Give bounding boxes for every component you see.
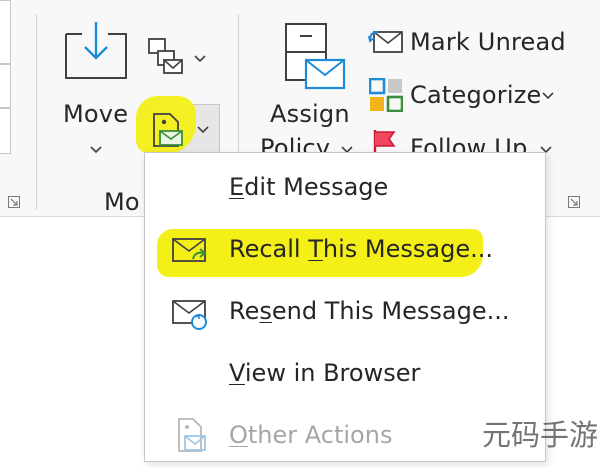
group-separator <box>36 14 37 210</box>
move-icon[interactable] <box>64 22 128 80</box>
move-group-label: Mo <box>104 188 140 216</box>
move-label[interactable]: Move <box>63 100 128 128</box>
ribbon-partial-control-mid[interactable] <box>0 64 11 108</box>
rules-chevron-down-icon[interactable] <box>194 55 206 63</box>
menu-item-edit-message[interactable]: Edit Message <box>145 161 545 219</box>
watermark: 元码手游网 <box>482 418 600 452</box>
menu-item-label: Edit Message <box>229 173 389 201</box>
categorize-chevron-down-icon[interactable] <box>542 92 554 100</box>
mark-unread-icon[interactable] <box>368 28 404 56</box>
menu-item-label: Other Actions <box>229 421 393 449</box>
assign-policy-icon[interactable] <box>284 22 348 94</box>
dialog-launcher-icon[interactable] <box>8 196 20 208</box>
categorize-icon[interactable] <box>369 78 403 112</box>
rules-icon[interactable] <box>148 38 186 76</box>
follow-up-flag-icon[interactable] <box>372 130 400 154</box>
menu-item-recall-message[interactable]: Recall This Message... <box>145 223 545 281</box>
menu-item-view-in-browser[interactable]: View in Browser <box>145 347 545 405</box>
menu-item-label: Resend This Message... <box>229 297 510 325</box>
assign-policy-label-line1[interactable]: Assign <box>270 100 350 128</box>
categorize-label[interactable]: Categorize <box>410 81 541 109</box>
ribbon-partial-control-top[interactable] <box>0 0 11 64</box>
recall-envelope-icon <box>171 237 209 265</box>
move-chevron-down-icon[interactable] <box>90 146 102 154</box>
actions-icon[interactable] <box>152 112 186 148</box>
mark-unread-label[interactable]: Mark Unread <box>410 28 566 56</box>
actions-chevron-down-icon[interactable] <box>197 126 209 134</box>
resend-envelope-icon <box>171 299 209 331</box>
menu-item-label: Recall This Message... <box>229 235 493 263</box>
dialog-launcher-icon[interactable] <box>568 196 580 208</box>
other-actions-icon <box>177 417 207 453</box>
menu-item-label: View in Browser <box>229 359 421 387</box>
ribbon-partial-control-bottom[interactable] <box>0 108 11 154</box>
menu-item-resend-message[interactable]: Resend This Message... <box>145 285 545 343</box>
